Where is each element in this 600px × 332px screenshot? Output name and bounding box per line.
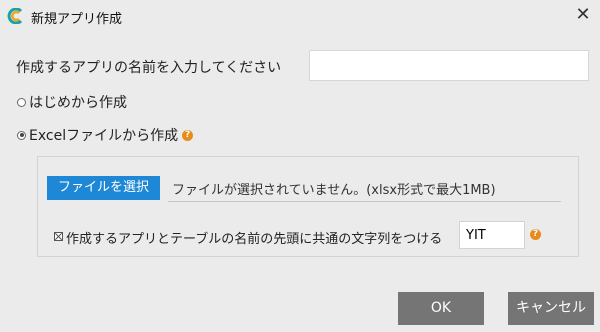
ok-button[interactable]: OK bbox=[398, 292, 484, 325]
radio-scratch[interactable] bbox=[17, 97, 26, 107]
option-excel[interactable]: Excelファイルから作成 ? bbox=[17, 125, 194, 145]
option-excel-label: Excelファイルから作成 bbox=[29, 128, 179, 144]
dialog-titlebar: 新規アプリ作成 ✕ bbox=[0, 0, 600, 34]
prefix-checkbox[interactable] bbox=[54, 232, 63, 241]
excel-import-panel: ファイルを選択 ファイルが選択されていません。(xlsx形式で最大1MB) 作成… bbox=[37, 156, 579, 257]
cancel-button[interactable]: キャンセル bbox=[508, 292, 594, 325]
option-scratch[interactable]: はじめから作成 bbox=[17, 92, 127, 112]
close-icon[interactable]: ✕ bbox=[572, 4, 594, 26]
question-icon[interactable]: ? bbox=[530, 229, 541, 240]
dialog-title: 新規アプリ作成 bbox=[31, 12, 123, 27]
prefix-label: 作成するアプリとテーブルの名前の先頭に共通の文字列をつける bbox=[66, 232, 443, 247]
question-icon[interactable]: ? bbox=[182, 129, 194, 141]
radio-excel[interactable] bbox=[17, 130, 26, 140]
prefix-input[interactable] bbox=[459, 221, 525, 249]
choose-file-button[interactable]: ファイルを選択 bbox=[47, 176, 160, 200]
app-logo-icon bbox=[7, 8, 23, 24]
file-field-underline bbox=[168, 201, 561, 202]
option-scratch-label: はじめから作成 bbox=[29, 95, 127, 111]
app-name-input[interactable] bbox=[309, 50, 589, 81]
app-name-label: 作成するアプリの名前を入力してください bbox=[16, 60, 282, 76]
file-status-text: ファイルが選択されていません。(xlsx形式で最大1MB) bbox=[172, 183, 496, 198]
